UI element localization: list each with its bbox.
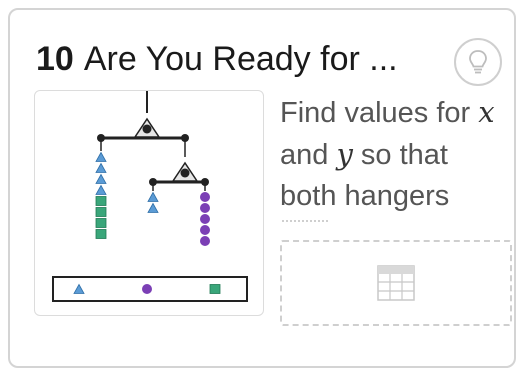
table-tool-slot[interactable] [280,240,512,326]
variable-y: y [336,137,353,171]
square-weight [95,207,107,217]
hanger-diagram [52,91,248,302]
triangle-weight [147,191,159,202]
square-weight [95,218,107,228]
lightbulb-icon [469,50,487,74]
legend-square [209,284,221,294]
lock-icon [142,124,152,134]
circle-weight [200,236,210,246]
truncation-dots [282,220,328,226]
lesson-number: 10 [36,39,74,78]
circle-weight [200,225,210,235]
circle-weight [200,214,210,224]
legend-circle [142,284,152,294]
table-icon [377,265,415,301]
triangle-weight [95,151,107,162]
circle-weight [200,203,210,213]
variable-x: x [478,95,495,129]
problem-prompt: Find values for x and y so that both han… [280,95,495,212]
triangle-weight [147,202,159,213]
triangle-weight [95,184,107,195]
hanger-diagram-thumbnail[interactable] [34,90,264,316]
card-title-row: 10 Are You Ready for ... [36,34,398,84]
hint-button[interactable] [454,38,502,86]
triangle-weight [95,162,107,173]
lock-icon [180,168,190,178]
lesson-card[interactable]: 10 Are You Ready for ... Find values for… [8,8,516,368]
triangle-weight [95,173,107,184]
square-weight [95,229,107,239]
circle-weight [200,192,210,202]
lesson-title: Are You Ready for ... [83,39,398,78]
square-weight [95,196,107,206]
